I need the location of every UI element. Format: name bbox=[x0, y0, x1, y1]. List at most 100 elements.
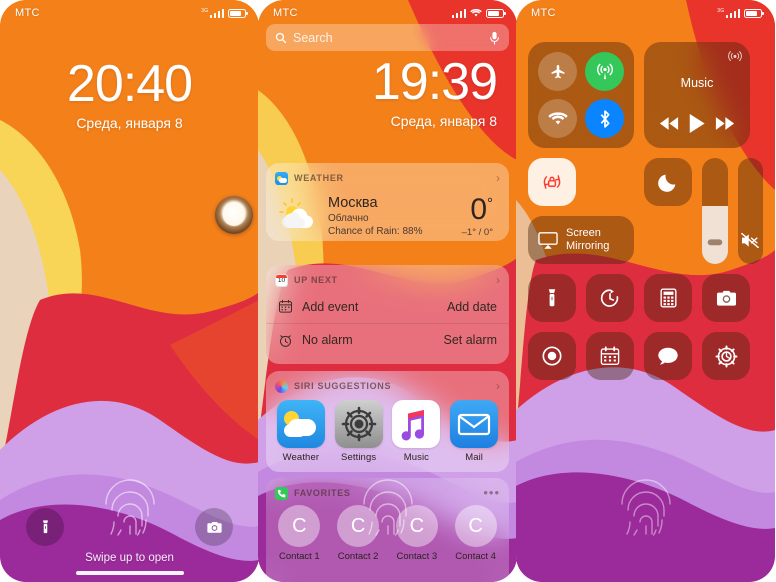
weather-widget[interactable]: WEATHER › Москва Облачно Chance of Rain:… bbox=[266, 163, 509, 241]
app-music[interactable]: Music bbox=[390, 400, 442, 463]
search-icon bbox=[275, 32, 287, 43]
airplane-mode-toggle[interactable] bbox=[538, 52, 577, 91]
up-next-widget[interactable]: 10 UP NEXT › Add event Add date No alarm… bbox=[266, 265, 509, 364]
fingerprint-icon[interactable] bbox=[618, 470, 674, 541]
moon-icon bbox=[658, 174, 676, 192]
screenshot-stage: МТС 3G 20:40 Среда, января 8 Swipe up to… bbox=[0, 0, 776, 582]
status-bar-2: МТС bbox=[258, 0, 517, 22]
settings-tile[interactable] bbox=[702, 332, 750, 380]
status-bar-1: МТС 3G bbox=[0, 0, 259, 22]
sun-behind-cloud-icon bbox=[278, 197, 322, 235]
carrier-label: МТС bbox=[531, 7, 556, 19]
flashlight-tile[interactable] bbox=[528, 274, 576, 322]
flashlight-button[interactable] bbox=[26, 508, 64, 546]
weather-widget-title: WEATHER bbox=[294, 173, 344, 183]
app-label: Mail bbox=[465, 452, 484, 463]
gear-icon bbox=[715, 345, 737, 367]
rewind-icon[interactable] bbox=[659, 116, 679, 131]
clock-time: 20:40 bbox=[66, 55, 193, 113]
phone-app-icon bbox=[275, 486, 288, 500]
wifi-icon bbox=[547, 111, 568, 124]
calendar-icon bbox=[278, 299, 292, 313]
contact-item[interactable]: C Contact 4 bbox=[449, 505, 503, 562]
carrier-label: МТС bbox=[273, 7, 298, 19]
contact-name: Contact 2 bbox=[337, 551, 379, 562]
app-weather[interactable]: Weather bbox=[275, 400, 327, 463]
weather-temp: 0 bbox=[470, 192, 487, 226]
app-label: Settings bbox=[341, 452, 377, 463]
screen-record-tile[interactable] bbox=[528, 332, 576, 380]
contact-name: Contact 1 bbox=[279, 551, 320, 562]
screen-mirroring-button[interactable]: Screen Mirroring bbox=[528, 216, 634, 264]
play-icon[interactable] bbox=[688, 113, 706, 134]
search-placeholder: Search bbox=[293, 30, 333, 45]
screen-mirroring-label-2: Mirroring bbox=[566, 240, 610, 252]
microphone-icon[interactable] bbox=[489, 31, 500, 45]
cellular-data-toggle[interactable] bbox=[585, 52, 624, 91]
camera-button[interactable] bbox=[195, 508, 233, 546]
more-options-icon[interactable]: ••• bbox=[483, 486, 500, 499]
fingerprint-icon[interactable] bbox=[102, 470, 158, 541]
brightness-slider[interactable] bbox=[702, 158, 728, 264]
music-card[interactable]: Music bbox=[644, 42, 750, 148]
no-alarm-row[interactable]: No alarm Set alarm bbox=[266, 323, 509, 356]
bluetooth-toggle[interactable] bbox=[585, 99, 624, 138]
alarm-clock-icon bbox=[280, 334, 291, 347]
cellular-signal-icon: 3G bbox=[201, 8, 224, 18]
phone-today-view: МТС 19:39 Среда, января 8 Search WEATHER… bbox=[258, 0, 517, 582]
airplay-icon[interactable] bbox=[728, 49, 742, 68]
battery-icon bbox=[486, 8, 506, 18]
chevron-right-icon[interactable]: › bbox=[496, 172, 500, 184]
fast-forward-icon[interactable] bbox=[715, 116, 735, 131]
avatar: C bbox=[278, 505, 321, 547]
battery-icon bbox=[228, 8, 248, 18]
speaker-mute-icon bbox=[738, 232, 764, 254]
app-mail[interactable]: Mail bbox=[448, 400, 500, 463]
messages-tile[interactable] bbox=[644, 332, 692, 380]
contact-item[interactable]: C Contact 1 bbox=[272, 505, 326, 562]
connectivity-card bbox=[528, 42, 634, 148]
add-date-action[interactable]: Add date bbox=[447, 300, 497, 314]
camera-icon bbox=[716, 290, 736, 306]
siri-icon bbox=[275, 379, 288, 393]
home-indicator[interactable] bbox=[75, 571, 184, 575]
search-input[interactable]: Search bbox=[266, 24, 509, 51]
screen-mirroring-icon bbox=[538, 231, 558, 249]
siri-suggestions-widget[interactable]: SIRI SUGGESTIONS › Weather Settings Musi… bbox=[266, 371, 509, 472]
weather-condition: Облачно bbox=[328, 213, 369, 224]
chevron-right-icon[interactable]: › bbox=[496, 274, 500, 286]
wifi-toggle[interactable] bbox=[538, 99, 577, 138]
lock-clock-2: 19:39 Среда, января 8 bbox=[258, 52, 517, 129]
phone-control-center: МТС 3G Music Screen Mirroring bbox=[516, 0, 775, 582]
app-label: Weather bbox=[282, 452, 320, 463]
clock-time: 19:39 bbox=[371, 53, 498, 111]
music-title: Music bbox=[680, 76, 714, 90]
contact-name: Contact 3 bbox=[396, 551, 438, 562]
set-alarm-action[interactable]: Set alarm bbox=[444, 333, 498, 347]
rotation-lock-toggle[interactable] bbox=[528, 158, 576, 206]
volume-slider[interactable] bbox=[737, 158, 764, 264]
status-bar-3: МТС 3G bbox=[516, 0, 775, 22]
calculator-tile[interactable] bbox=[644, 274, 692, 322]
add-event-row[interactable]: Add event Add date bbox=[266, 290, 509, 323]
camera-tile[interactable] bbox=[702, 274, 750, 322]
calendar-tile[interactable] bbox=[586, 332, 634, 380]
chevron-right-icon[interactable]: › bbox=[496, 380, 500, 392]
cellular-signal-icon: 3G bbox=[717, 8, 740, 18]
carrier-label: МТС bbox=[15, 7, 40, 19]
home-button-knob[interactable] bbox=[215, 196, 253, 234]
brightness-icon bbox=[702, 236, 728, 254]
fingerprint-icon[interactable] bbox=[360, 470, 416, 541]
avatar: C bbox=[454, 505, 497, 547]
do-not-disturb-toggle[interactable] bbox=[644, 158, 692, 206]
music-app-icon bbox=[392, 400, 441, 448]
wifi-icon bbox=[470, 8, 482, 17]
app-settings[interactable]: Settings bbox=[333, 400, 385, 463]
app-label: Music bbox=[403, 452, 430, 463]
weather-rain-chance: Chance of Rain: 88% bbox=[328, 226, 423, 237]
timer-tile[interactable] bbox=[586, 274, 634, 322]
weather-app-icon bbox=[276, 400, 325, 448]
up-next-widget-title: UP NEXT bbox=[294, 275, 338, 285]
clock-date: Среда, января 8 bbox=[390, 113, 497, 129]
weather-app-icon bbox=[275, 171, 288, 185]
